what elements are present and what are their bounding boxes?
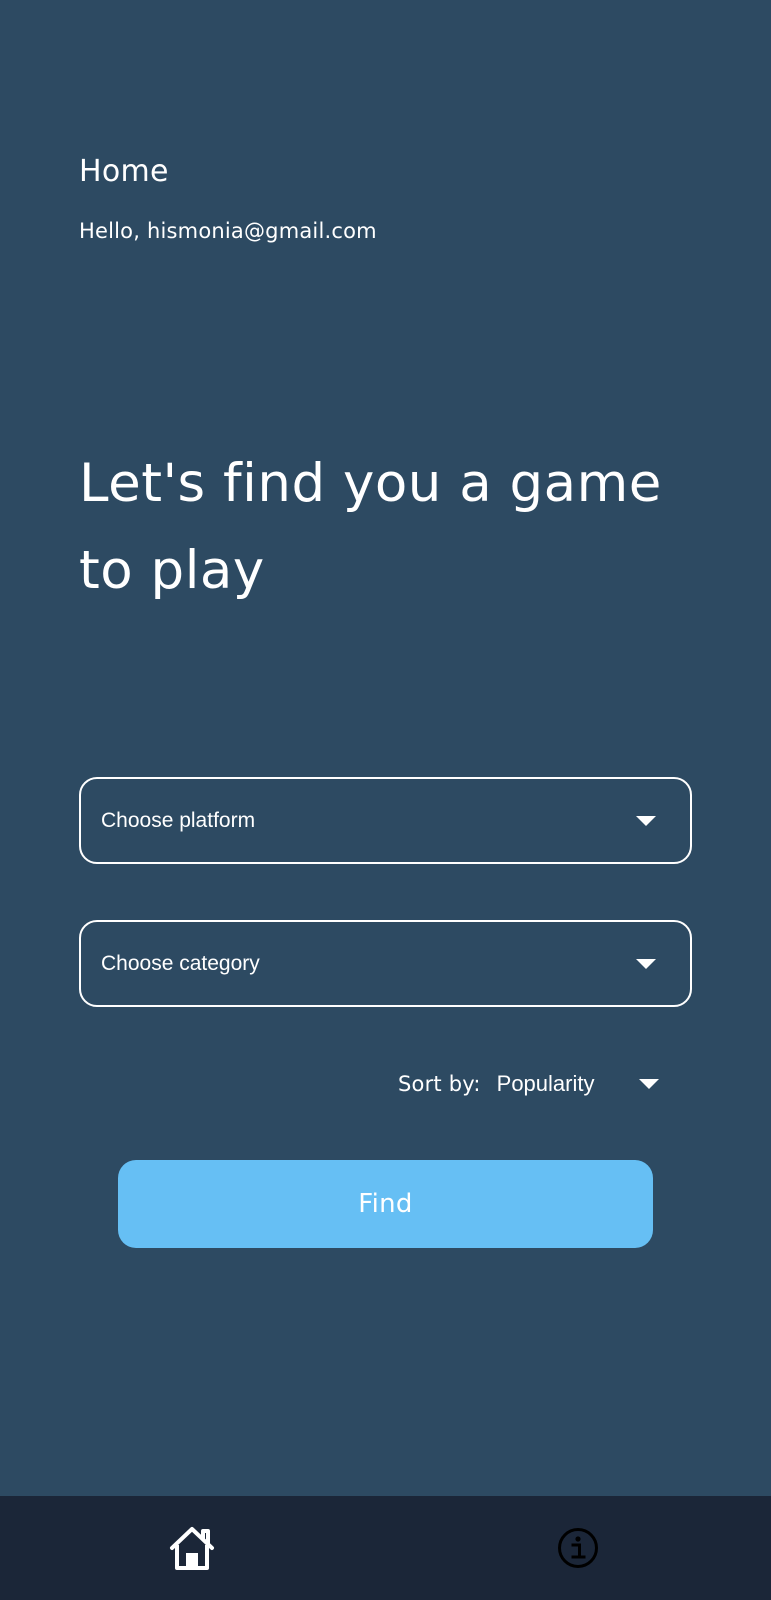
info-icon [558,1528,598,1568]
caret-down-icon [638,1079,659,1089]
category-dropdown-label: Choose category [101,951,260,975]
caret-down-icon [636,958,656,969]
page-title: Home [79,154,169,189]
bottom-navigation [0,1496,771,1600]
user-greeting: Hello, hismonia@gmail.com [79,219,377,243]
category-dropdown[interactable]: Choose category [79,920,692,1007]
sort-value: Popularity [496,1071,595,1096]
sort-label: Sort by: [398,1072,481,1096]
home-screen: Home Hello, hismonia@gmail.com Let's fin… [0,0,771,1496]
platform-dropdown-label: Choose platform [101,808,256,832]
nav-info[interactable] [552,1522,604,1574]
sort-dropdown[interactable]: Popularity [497,1071,659,1097]
hero-headline: Let's find you a game to play [79,453,662,601]
nav-home[interactable] [166,1522,218,1574]
platform-dropdown[interactable]: Choose platform [79,777,692,864]
sort-row: Sort by: Popularity [398,1064,659,1104]
caret-down-icon [636,815,656,826]
home-icon [170,1527,214,1570]
find-button[interactable]: Find [118,1160,653,1248]
